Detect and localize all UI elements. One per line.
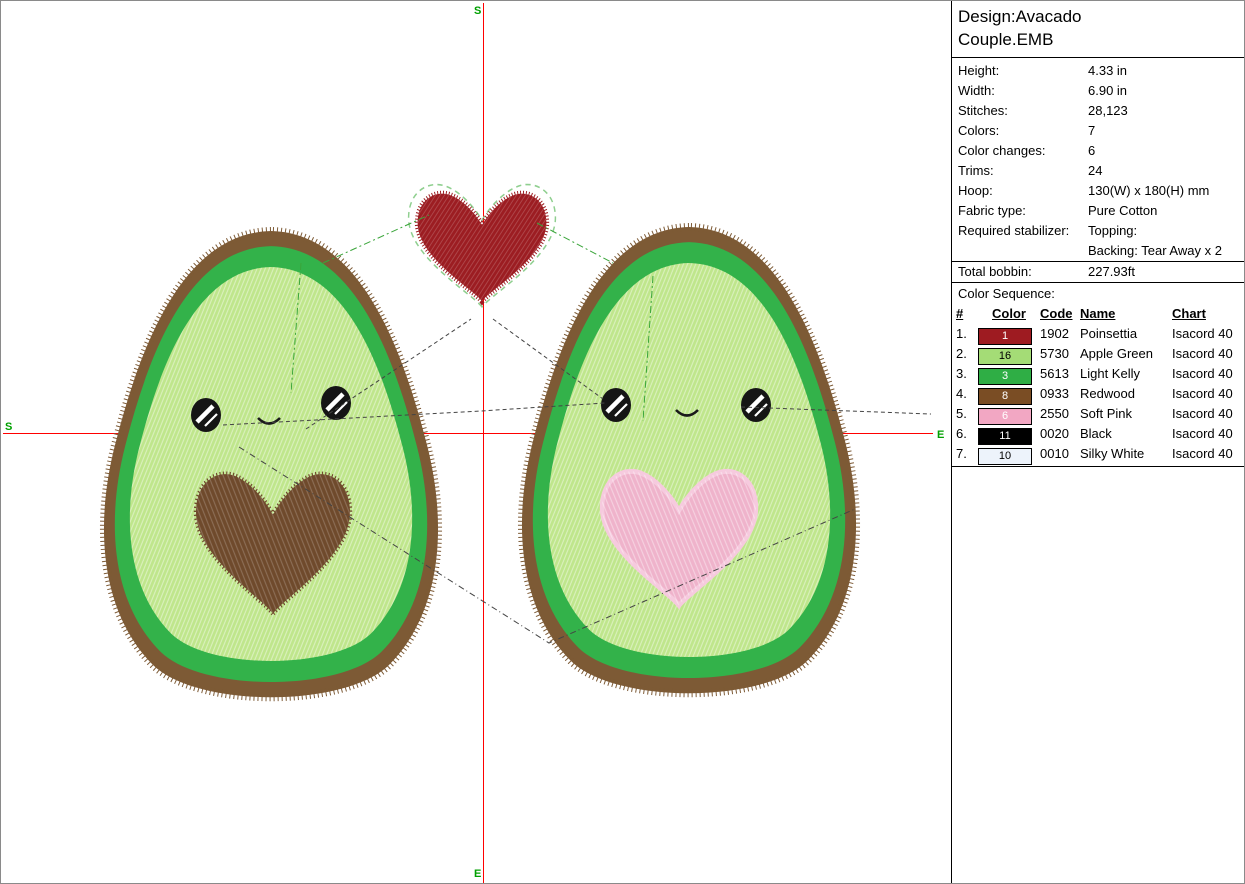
start-marker-left: S — [5, 421, 12, 433]
color-sequence-title: Color Sequence: — [952, 283, 1245, 304]
right-avocado-right-eye — [741, 388, 771, 422]
color-sequence-table: # Color Code Name Chart 1. 1 1902 Poinse… — [952, 304, 1245, 467]
property-row: Backing: Tear Away x 2 — [952, 241, 1245, 261]
thread-code: 0020 — [1040, 424, 1080, 444]
row-index: 5. — [956, 404, 978, 424]
end-marker-bottom: E — [474, 868, 481, 880]
embroidery-app-window: S S E E — [0, 0, 1245, 884]
property-value: 4.33 in — [1088, 61, 1245, 81]
property-label: Required stabilizer: — [958, 221, 1088, 241]
thread-name: Redwood — [1080, 384, 1172, 404]
color-sequence-row[interactable]: 7. 10 0010 Silky White Isacord 40 — [952, 444, 1245, 464]
color-sequence-row[interactable]: 3. 3 5613 Light Kelly Isacord 40 — [952, 364, 1245, 384]
thread-chart: Isacord 40 — [1172, 344, 1245, 364]
color-swatch[interactable]: 10 — [978, 448, 1032, 465]
property-label: Hoop: — [958, 181, 1088, 201]
left-avocado-right-eye — [321, 386, 351, 420]
row-index: 4. — [956, 384, 978, 404]
thread-name: Apple Green — [1080, 344, 1172, 364]
thread-name: Black — [1080, 424, 1172, 444]
thread-name: Light Kelly — [1080, 364, 1172, 384]
row-index: 3. — [956, 364, 978, 384]
color-sequence-row[interactable]: 2. 16 5730 Apple Green Isacord 40 — [952, 344, 1245, 364]
property-value: 7 — [1088, 121, 1245, 141]
color-sequence-row[interactable]: 4. 8 0933 Redwood Isacord 40 — [952, 384, 1245, 404]
end-marker-right: E — [937, 429, 944, 441]
property-label: Color changes: — [958, 141, 1088, 161]
design-properties: Height: 4.33 in Width: 6.90 in Stitches:… — [952, 58, 1245, 283]
header-name: Name — [1080, 304, 1172, 324]
thread-chart: Isacord 40 — [1172, 384, 1245, 404]
thread-code: 0010 — [1040, 444, 1080, 464]
thread-name: Soft Pink — [1080, 404, 1172, 424]
property-label: Height: — [958, 61, 1088, 81]
property-value: 28,123 — [1088, 101, 1245, 121]
thread-code: 1902 — [1040, 324, 1080, 344]
thread-chart: Isacord 40 — [1172, 364, 1245, 384]
header-color: Color — [978, 304, 1040, 324]
color-sequence-header: # Color Code Name Chart — [952, 304, 1245, 324]
property-row: Fabric type: Pure Cotton — [952, 201, 1245, 221]
property-value: Topping: — [1088, 221, 1245, 241]
start-marker-top: S — [474, 5, 481, 17]
property-label: Colors: — [958, 121, 1088, 141]
avocado-left[interactable] — [104, 231, 438, 697]
thread-code: 2550 — [1040, 404, 1080, 424]
design-title-block: Design:Avacado Couple.EMB — [952, 1, 1245, 58]
property-row: Stitches: 28,123 — [952, 101, 1245, 121]
property-row: Hoop: 130(W) x 180(H) mm — [952, 181, 1245, 201]
avocado-right[interactable] — [522, 227, 856, 693]
thread-code: 5613 — [1040, 364, 1080, 384]
thread-name: Silky White — [1080, 444, 1172, 464]
property-row: Required stabilizer: Topping: — [952, 221, 1245, 241]
property-label: Trims: — [958, 161, 1088, 181]
row-index: 2. — [956, 344, 978, 364]
right-avocado-left-eye — [601, 388, 631, 422]
heart-top[interactable] — [409, 185, 556, 307]
header-code: Code — [1040, 304, 1080, 324]
property-label: Total bobbin: — [958, 262, 1088, 282]
property-label: Width: — [958, 81, 1088, 101]
header-number: # — [956, 304, 978, 324]
property-row: Colors: 7 — [952, 121, 1245, 141]
color-sequence-row[interactable]: 6. 11 0020 Black Isacord 40 — [952, 424, 1245, 444]
property-label — [958, 241, 1088, 261]
property-value: 130(W) x 180(H) mm — [1088, 181, 1245, 201]
property-value: 6 — [1088, 141, 1245, 161]
property-label: Stitches: — [958, 101, 1088, 121]
property-label: Fabric type: — [958, 201, 1088, 221]
property-value: 6.90 in — [1088, 81, 1245, 101]
design-info-panel: Design:Avacado Couple.EMB Height: 4.33 i… — [951, 1, 1245, 884]
header-chart: Chart — [1172, 304, 1245, 324]
property-value: Backing: Tear Away x 2 — [1088, 241, 1245, 261]
property-row: Trims: 24 — [952, 161, 1245, 181]
design-canvas[interactable]: S S E E — [1, 1, 951, 884]
thread-chart: Isacord 40 — [1172, 424, 1245, 444]
property-row: Width: 6.90 in — [952, 81, 1245, 101]
row-index: 1. — [956, 324, 978, 344]
thread-name: Poinsettia — [1080, 324, 1172, 344]
property-value: Pure Cotton — [1088, 201, 1245, 221]
property-value: 227.93ft — [1088, 262, 1245, 282]
property-row: Color changes: 6 — [952, 141, 1245, 161]
thread-chart: Isacord 40 — [1172, 324, 1245, 344]
row-index: 7. — [956, 444, 978, 464]
property-row-total-bobbin: Total bobbin: 227.93ft — [952, 261, 1245, 283]
thread-chart: Isacord 40 — [1172, 444, 1245, 464]
row-index: 6. — [956, 424, 978, 444]
property-value: 24 — [1088, 161, 1245, 181]
thread-code: 5730 — [1040, 344, 1080, 364]
property-row: Height: 4.33 in — [952, 61, 1245, 81]
left-avocado-left-eye — [191, 398, 221, 432]
thread-chart: Isacord 40 — [1172, 404, 1245, 424]
color-sequence-row[interactable]: 5. 6 2550 Soft Pink Isacord 40 — [952, 404, 1245, 424]
color-sequence-row[interactable]: 1. 1 1902 Poinsettia Isacord 40 — [952, 324, 1245, 344]
design-title: Design:Avacado Couple.EMB — [958, 5, 1136, 51]
thread-code: 0933 — [1040, 384, 1080, 404]
